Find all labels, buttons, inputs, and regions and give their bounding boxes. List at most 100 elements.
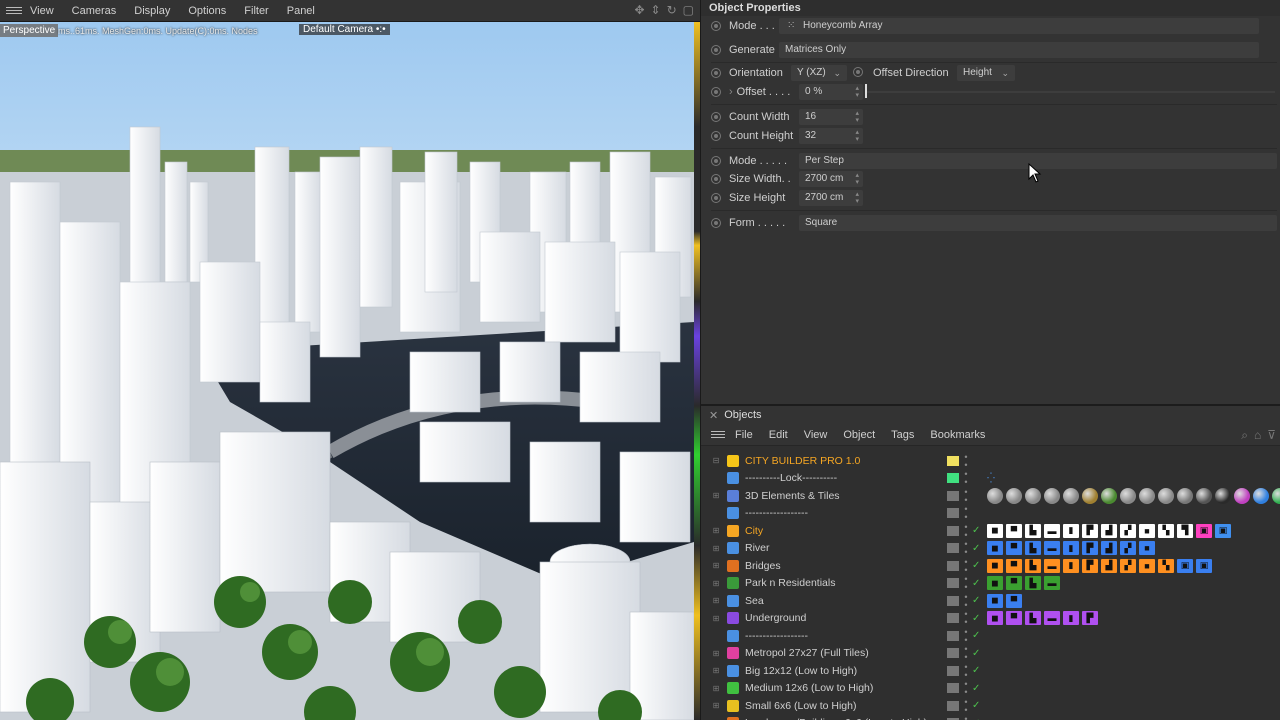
object-name[interactable]: Bridges: [745, 560, 943, 572]
objects-menu-bookmarks[interactable]: Bookmarks: [930, 429, 985, 441]
keyframe-icon[interactable]: [711, 45, 721, 55]
visibility-dots-icon[interactable]: ••: [961, 645, 971, 662]
object-row[interactable]: ⊞ Medium 12x6 (Low to High) • • ✓: [701, 680, 1280, 698]
object-name[interactable]: ------------------: [745, 507, 943, 519]
visibility-dots-icon[interactable]: ••: [961, 522, 971, 539]
layer-color-swatch[interactable]: [947, 665, 959, 676]
tile-tag-icon[interactable]: ▣: [1177, 558, 1193, 573]
param-count-width-input[interactable]: 16 ▴ ▾: [799, 109, 863, 125]
tile-tag-icon[interactable]: ◼: [987, 523, 1003, 538]
expand-toggle-icon[interactable]: ⊟: [709, 456, 723, 465]
keyframe-icon[interactable]: [711, 156, 721, 166]
layer-color-swatch[interactable]: [947, 560, 959, 571]
stepper-icon[interactable]: ▴ ▾: [855, 172, 859, 186]
objects-menu-icon[interactable]: [711, 431, 725, 438]
tile-tag-icon[interactable]: ◼: [987, 611, 1003, 626]
search-icon[interactable]: ⌕: [1241, 428, 1248, 443]
tile-tag-icon[interactable]: ▬: [1044, 541, 1060, 556]
tile-tag-icon[interactable]: ▮: [1063, 611, 1079, 626]
layer-color-swatch[interactable]: [947, 613, 959, 624]
material-tag-icon[interactable]: [1215, 487, 1231, 504]
expand-toggle-icon[interactable]: ⊞: [709, 649, 723, 658]
keyframe-icon[interactable]: [711, 193, 721, 203]
close-icon[interactable]: ✕: [709, 409, 718, 422]
expand-toggle-icon[interactable]: ⊞: [709, 561, 723, 570]
object-row[interactable]: ⊞ Underground • • ✓ ◼ ▀ ▙ ▬ ▮ ▛: [701, 610, 1280, 628]
enabled-check-icon[interactable]: ✓: [972, 665, 984, 676]
object-name[interactable]: River: [745, 542, 943, 554]
stepper-icon[interactable]: ▴ ▾: [855, 85, 859, 99]
object-name[interactable]: ------------------: [745, 630, 943, 642]
object-row[interactable]: ⊞ Park n Residentials • • ✓ ◼ ▀ ▙ ▬: [701, 575, 1280, 593]
enabled-check-icon[interactable]: ✓: [972, 700, 984, 711]
tile-tag-icon[interactable]: ▣: [1196, 558, 1212, 573]
slider-handle[interactable]: [865, 84, 867, 98]
tile-tag-icon[interactable]: ▛: [1082, 523, 1098, 538]
expand-toggle-icon[interactable]: ⊞: [709, 684, 723, 693]
material-tag-icon[interactable]: [1101, 487, 1117, 504]
tile-tag-icon[interactable]: ▀: [1006, 541, 1022, 556]
object-row[interactable]: ⊞ Small 6x6 (Low to High) • • ✓: [701, 697, 1280, 715]
tile-tag-icon[interactable]: ▮: [1063, 541, 1079, 556]
object-name[interactable]: City: [745, 525, 943, 537]
keyframe-icon[interactable]: [711, 21, 721, 31]
enabled-check-icon[interactable]: ✓: [972, 525, 984, 536]
viewport-menu-panel[interactable]: Panel: [287, 5, 315, 17]
tile-tag-icon[interactable]: ▞: [1120, 523, 1136, 538]
expand-arrow-icon[interactable]: ›: [729, 86, 733, 98]
tile-tag-icon[interactable]: ▀: [1006, 576, 1022, 591]
enabled-check-icon[interactable]: ✓: [972, 595, 984, 606]
material-tag-icon[interactable]: [1139, 487, 1155, 504]
layer-color-swatch[interactable]: [947, 630, 959, 641]
tile-tag-icon[interactable]: ▀: [1006, 523, 1022, 538]
object-row[interactable]: ⊞ City • • ✓ ◼ ▀ ▙ ▬ ▮ ▛ ▟ ▞ ■ ▚ ▜ ▣ ▣: [701, 522, 1280, 540]
layer-color-swatch[interactable]: [947, 525, 959, 536]
material-tag-icon[interactable]: [1120, 487, 1136, 504]
objects-menu-tags[interactable]: Tags: [891, 429, 914, 441]
tile-tag-icon[interactable]: ▛: [1082, 611, 1098, 626]
expand-toggle-icon[interactable]: ⊞: [709, 666, 723, 675]
rotate-view-icon[interactable]: ↻: [667, 3, 677, 17]
param-generate-select[interactable]: Matrices Only: [779, 42, 1259, 58]
tile-tag-icon[interactable]: ▞: [1120, 541, 1136, 556]
material-tag-icon[interactable]: [1272, 487, 1280, 504]
material-tag-icon[interactable]: [1044, 487, 1060, 504]
objects-menu-view[interactable]: View: [804, 429, 828, 441]
enabled-check-icon[interactable]: ✓: [972, 578, 984, 589]
object-name[interactable]: CITY BUILDER PRO 1.0: [745, 455, 943, 467]
layer-color-swatch[interactable]: [947, 473, 959, 484]
material-tag-icon[interactable]: [1082, 487, 1098, 504]
object-row[interactable]: ⊞ Bridges • • ✓ ◼ ▀ ▙ ▬ ▮ ▛ ▟ ▞ ■ ▚ ▣ ▣: [701, 557, 1280, 575]
object-row[interactable]: ----------Lock---------- • • ⁛: [701, 470, 1280, 488]
object-name[interactable]: Medium 12x6 (Low to High): [745, 682, 943, 694]
object-row[interactable]: ⊞ 3D Elements & Tiles • •: [701, 487, 1280, 505]
visibility-dots-icon[interactable]: ••: [961, 505, 971, 522]
tile-tag-icon[interactable]: ▮: [1063, 558, 1079, 573]
tile-tag-icon[interactable]: ▛: [1082, 558, 1098, 573]
object-row[interactable]: ⊞ River • • ✓ ◼ ▀ ▙ ▬ ▮ ▛ ▟ ▞ ■: [701, 540, 1280, 558]
keyframe-icon[interactable]: [711, 131, 721, 141]
tile-tag-icon[interactable]: ■: [1139, 558, 1155, 573]
keyframe-icon[interactable]: [711, 218, 721, 228]
param-mode-select[interactable]: ⁙ Honeycomb Array: [779, 18, 1259, 34]
tile-tag-icon[interactable]: ▛: [1082, 541, 1098, 556]
material-tag-icon[interactable]: [1158, 487, 1174, 504]
layer-color-swatch[interactable]: [947, 543, 959, 554]
scale-view-icon[interactable]: ⇕: [651, 3, 661, 17]
tile-tag-icon[interactable]: ▬: [1044, 576, 1060, 591]
tile-tag-icon[interactable]: ▙: [1025, 523, 1041, 538]
visibility-dots-icon[interactable]: ••: [961, 540, 971, 557]
object-row[interactable]: ------------------ • • ✓: [701, 627, 1280, 645]
layer-color-swatch[interactable]: [947, 508, 959, 519]
layer-color-swatch[interactable]: [947, 648, 959, 659]
expand-toggle-icon[interactable]: ⊞: [709, 701, 723, 710]
object-row[interactable]: ⊞Landscape/Buildings 6x6 (Low to High)••…: [701, 715, 1280, 720]
visibility-dots-icon[interactable]: ••: [961, 557, 971, 574]
object-row[interactable]: ⊟ CITY BUILDER PRO 1.0 • •: [701, 452, 1280, 470]
object-name[interactable]: Underground: [745, 612, 943, 624]
tile-tag-icon[interactable]: ▬: [1044, 611, 1060, 626]
param-size-height-input[interactable]: 2700 cm ▴ ▾: [799, 190, 863, 206]
objects-menu-edit[interactable]: Edit: [769, 429, 788, 441]
enabled-check-icon[interactable]: ✓: [972, 613, 984, 624]
enabled-check-icon[interactable]: ✓: [972, 630, 984, 641]
